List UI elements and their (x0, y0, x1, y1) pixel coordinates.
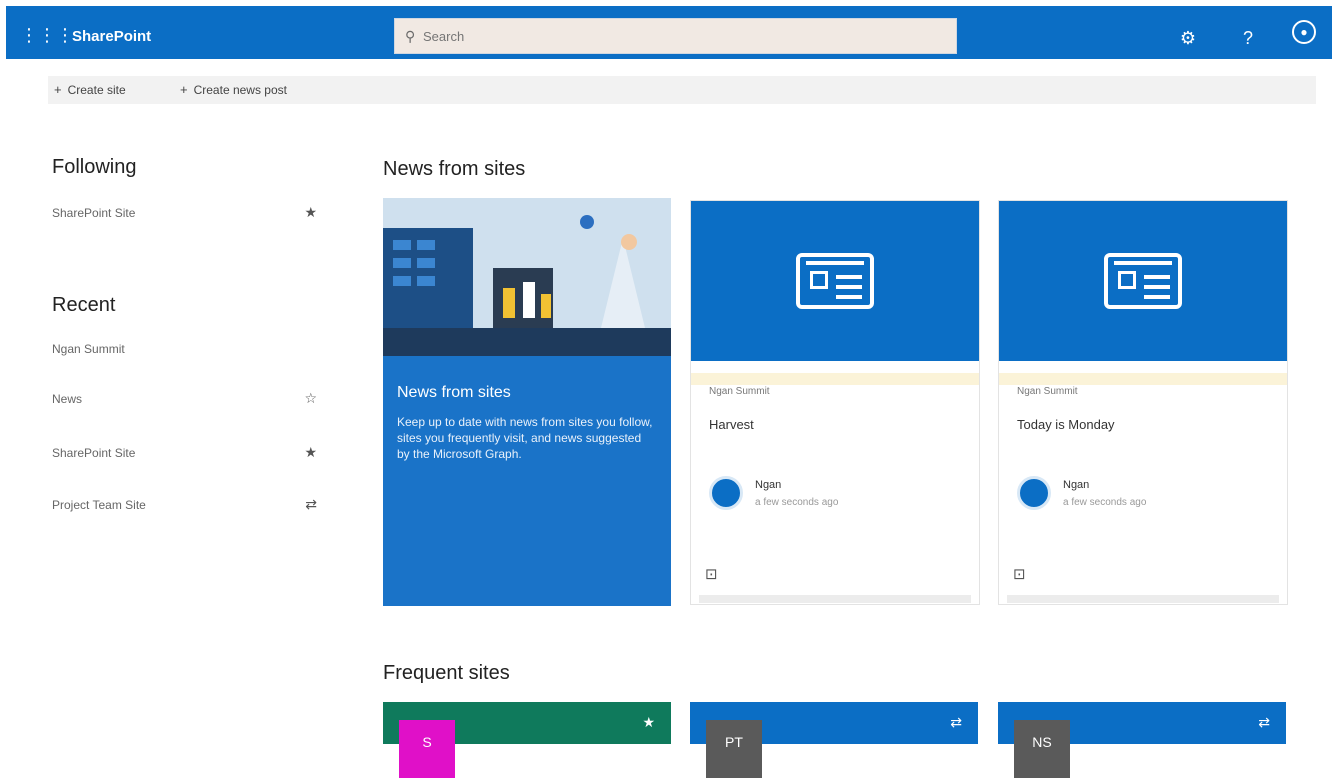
news-headline[interactable]: Today is Monday (1017, 417, 1115, 432)
news-site-name: Ngan Summit (1017, 386, 1078, 397)
news-banner (999, 201, 1287, 361)
card-stripe (691, 373, 979, 385)
frequent-site-card[interactable]: ★ S (383, 702, 671, 778)
frequent-site-card[interactable]: ⇄ NS (998, 702, 1286, 778)
command-bar: + Create site + Create news post (48, 76, 1316, 104)
gear-icon[interactable]: ⚙ (1176, 26, 1200, 50)
news-hero-card[interactable]: News from sites Keep up to date with new… (383, 198, 671, 606)
card-footer (1007, 595, 1279, 603)
recent-item[interactable]: Ngan Summit (52, 342, 317, 362)
recent-item[interactable]: SharePoint Site ★ (52, 444, 317, 466)
waffle-icon[interactable]: ⋮⋮⋮ (20, 24, 74, 46)
star-filled-icon[interactable]: ★ (304, 204, 317, 221)
news-author: Ngan (1063, 479, 1090, 491)
news-author: Ngan (755, 479, 782, 491)
newspaper-icon (1104, 253, 1182, 309)
hero-illustration (383, 198, 671, 356)
site-logo-tile: NS (1014, 720, 1070, 778)
news-card[interactable]: Ngan Summit Harvest Ngan a few seconds a… (690, 200, 980, 605)
card-footer (699, 595, 971, 603)
frequent-site-card[interactable]: ⇄ PT (690, 702, 978, 778)
star-outline-icon[interactable]: ☆ (304, 390, 317, 407)
bookmark-icon[interactable]: ⊡ (1013, 565, 1026, 583)
plus-icon: + (54, 82, 62, 97)
hero-title: News from sites (397, 384, 511, 401)
profile-icon[interactable]: ● (1292, 20, 1316, 44)
help-icon[interactable]: ? (1236, 26, 1260, 50)
news-headline[interactable]: Harvest (709, 417, 754, 432)
star-filled-icon[interactable]: ★ (642, 714, 655, 731)
share-icon[interactable]: ⇄ (305, 496, 317, 513)
recent-heading: Recent (52, 294, 116, 316)
news-site-name: Ngan Summit (709, 386, 770, 397)
following-item[interactable]: SharePoint Site ★ (52, 204, 317, 226)
app-name[interactable]: SharePoint (72, 28, 151, 45)
suite-bar: ⋮⋮⋮ SharePoint ⚲ ⚙ ? ● (6, 6, 1332, 64)
bookmark-icon[interactable]: ⊡ (705, 565, 718, 583)
news-card[interactable]: Ngan Summit Today is Monday Ngan a few s… (998, 200, 1288, 605)
newspaper-icon (796, 253, 874, 309)
news-banner (691, 201, 979, 361)
avatar (709, 476, 743, 510)
following-heading: Following (52, 156, 137, 178)
site-logo-tile: PT (706, 720, 762, 778)
star-filled-icon[interactable]: ★ (304, 444, 317, 461)
hero-description: Keep up to date with news from sites you… (397, 415, 653, 461)
create-news-post-button[interactable]: + Create news post (180, 82, 287, 97)
search-box[interactable]: ⚲ (394, 18, 957, 54)
share-icon[interactable]: ⇄ (950, 714, 962, 731)
create-site-button[interactable]: + Create site (54, 82, 126, 97)
site-logo-tile: S (399, 720, 455, 778)
plus-icon: + (180, 82, 188, 97)
search-input[interactable] (423, 26, 923, 46)
search-icon: ⚲ (405, 28, 416, 44)
avatar (1017, 476, 1051, 510)
news-time: a few seconds ago (1063, 497, 1147, 508)
share-icon[interactable]: ⇄ (1258, 714, 1270, 731)
card-stripe (999, 373, 1287, 385)
news-heading: News from sites (383, 158, 526, 180)
hero-image (383, 198, 671, 356)
recent-item[interactable]: Project Team Site ⇄ (52, 496, 317, 518)
frequent-sites-heading: Frequent sites (383, 662, 510, 684)
recent-item[interactable]: News ☆ (52, 390, 317, 412)
news-time: a few seconds ago (755, 497, 839, 508)
